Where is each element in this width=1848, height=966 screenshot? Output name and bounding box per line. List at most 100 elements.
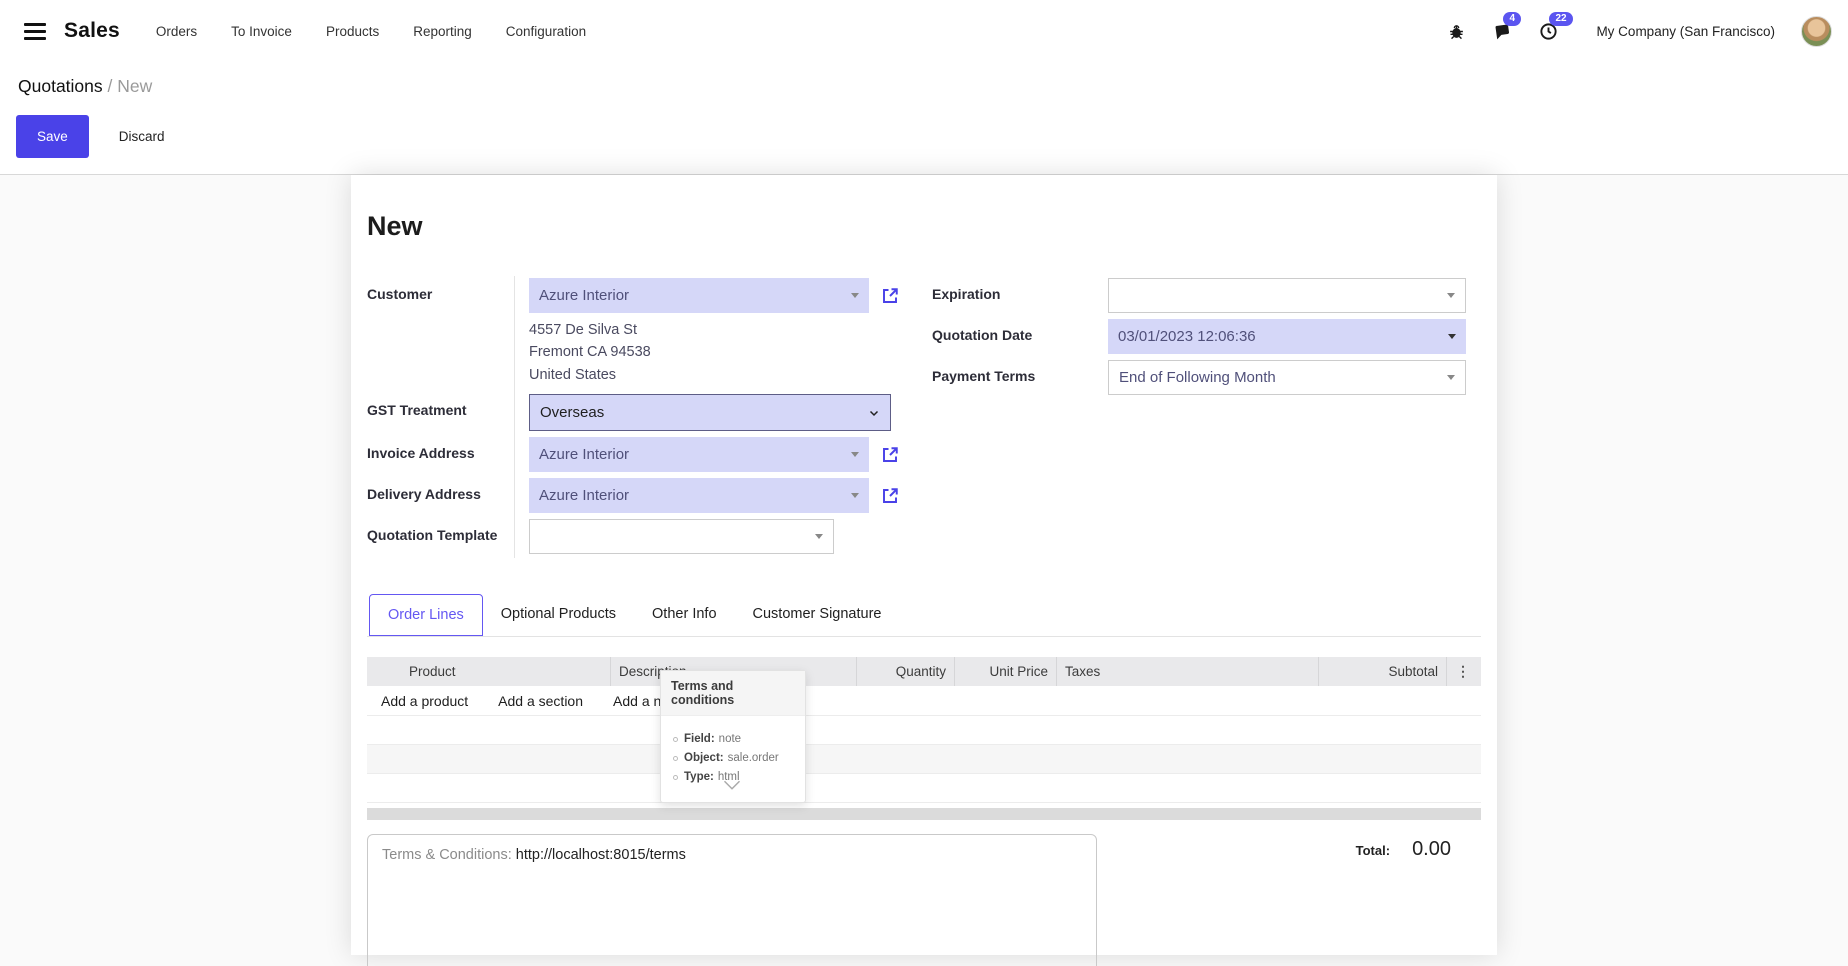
- sheet-footer: Terms & Conditions: http://localhost:801…: [367, 834, 1481, 966]
- form-left-group: Customer Azure Interior 4557 De Silva St: [367, 276, 922, 558]
- customer-address: 4557 De Silva St Fremont CA 94538 United…: [529, 313, 922, 388]
- debug-bug-icon[interactable]: [1444, 19, 1468, 43]
- quotation-date-caret-icon[interactable]: [1448, 334, 1456, 339]
- quotation-template-label: Quotation Template: [367, 517, 515, 558]
- breadcrumb: Quotations / New: [18, 76, 1832, 97]
- terms-value: http://localhost:8015/terms: [516, 847, 686, 863]
- gst-treatment-select[interactable]: Overseas: [529, 394, 891, 431]
- horizontal-scrollbar[interactable]: [367, 808, 1481, 820]
- empty-row: [367, 774, 1481, 803]
- add-a-section-link[interactable]: Add a section: [498, 693, 583, 709]
- payment-terms-value: End of Following Month: [1119, 369, 1276, 386]
- user-avatar[interactable]: [1801, 16, 1832, 47]
- quotation-template-input[interactable]: [529, 519, 834, 554]
- terms-and-conditions-field[interactable]: Terms & Conditions: http://localhost:801…: [367, 834, 1097, 966]
- tooltip-chevron-down-icon: [723, 778, 741, 796]
- column-taxes[interactable]: Taxes: [1057, 657, 1319, 686]
- customer-dropdown-caret-icon[interactable]: [851, 293, 859, 298]
- expiration-caret-icon[interactable]: [1447, 293, 1455, 298]
- quotation-form-sheet: New Customer Azure Interior: [351, 175, 1497, 955]
- invoice-address-external-link-icon[interactable]: [881, 446, 899, 464]
- gst-select-chevron-icon[interactable]: [868, 407, 880, 419]
- column-quantity[interactable]: Quantity: [857, 657, 955, 686]
- tab-order-lines[interactable]: Order Lines: [369, 594, 483, 636]
- empty-row: [367, 716, 1481, 745]
- tab-customer-signature[interactable]: Customer Signature: [735, 594, 900, 636]
- delivery-address-value: Azure Interior: [539, 487, 629, 504]
- breadcrumb-quotations[interactable]: Quotations: [18, 76, 103, 96]
- top-navbar: Sales Orders To Invoice Products Reporti…: [0, 0, 1848, 62]
- payment-terms-input[interactable]: End of Following Month: [1108, 360, 1466, 395]
- breadcrumb-separator: /: [108, 76, 113, 96]
- bullet-icon: [673, 775, 678, 780]
- form-right-group: Expiration Quotation Date 03/01/2023 12:…: [932, 276, 1481, 558]
- delivery-address-label: Delivery Address: [367, 476, 515, 517]
- totals-block: Total: 0.00: [1356, 838, 1451, 861]
- gst-treatment-value: Overseas: [540, 404, 604, 421]
- customer-label: Customer: [367, 276, 515, 392]
- gst-treatment-label: GST Treatment: [367, 392, 515, 435]
- expiration-label: Expiration: [932, 276, 1094, 317]
- payment-terms-caret-icon[interactable]: [1447, 375, 1455, 380]
- record-title: New: [367, 211, 1481, 242]
- table-action-row: Add a product Add a section Add a note: [367, 686, 1481, 716]
- customer-input[interactable]: Azure Interior: [529, 278, 869, 313]
- delivery-address-external-link-icon[interactable]: [881, 487, 899, 505]
- tab-other-info[interactable]: Other Info: [634, 594, 734, 636]
- apps-menu-icon[interactable]: [24, 23, 46, 40]
- quotation-date-input[interactable]: 03/01/2023 12:06:36: [1108, 319, 1466, 354]
- delivery-address-caret-icon[interactable]: [851, 493, 859, 498]
- address-street: 4557 De Silva St: [529, 319, 922, 341]
- control-panel: Quotations / New Save Discard: [0, 62, 1848, 175]
- delivery-address-input[interactable]: Azure Interior: [529, 478, 869, 513]
- bullet-icon: [673, 737, 678, 742]
- column-subtotal[interactable]: Subtotal: [1319, 657, 1447, 686]
- tab-optional-products[interactable]: Optional Products: [483, 594, 634, 636]
- empty-row: [367, 745, 1481, 774]
- menu-reporting[interactable]: Reporting: [413, 24, 472, 39]
- add-a-product-link[interactable]: Add a product: [381, 693, 468, 709]
- main-menu: Orders To Invoice Products Reporting Con…: [156, 24, 586, 39]
- tooltip-object-item: Object:sale.order: [673, 752, 795, 764]
- notebook-tabs: Order Lines Optional Products Other Info…: [367, 594, 1481, 637]
- total-label: Total:: [1356, 843, 1390, 858]
- invoice-address-caret-icon[interactable]: [851, 452, 859, 457]
- discard-button[interactable]: Discard: [119, 129, 165, 144]
- handle-column-header: [367, 657, 401, 686]
- optional-columns-kebab-icon[interactable]: ⋮: [1447, 657, 1479, 686]
- menu-to-invoice[interactable]: To Invoice: [231, 24, 292, 39]
- main-content: New Customer Azure Interior: [0, 175, 1848, 955]
- app-title[interactable]: Sales: [64, 19, 120, 43]
- tooltip-title: Terms and conditions: [661, 671, 805, 716]
- order-lines-table: Product Description Quantity Unit Price …: [367, 657, 1481, 820]
- expiration-input[interactable]: [1108, 278, 1466, 313]
- invoice-address-value: Azure Interior: [539, 446, 629, 463]
- invoice-address-input[interactable]: Azure Interior: [529, 437, 869, 472]
- quotation-date-label: Quotation Date: [932, 317, 1094, 358]
- menu-orders[interactable]: Orders: [156, 24, 197, 39]
- column-unit-price[interactable]: Unit Price: [955, 657, 1057, 686]
- customer-external-link-icon[interactable]: [881, 287, 899, 305]
- customer-value: Azure Interior: [539, 287, 629, 304]
- save-button[interactable]: Save: [16, 115, 89, 158]
- quotation-template-caret-icon[interactable]: [815, 534, 823, 539]
- company-switcher[interactable]: My Company (San Francisco): [1596, 24, 1775, 39]
- address-country: United States: [529, 364, 922, 386]
- breadcrumb-current: New: [117, 76, 152, 96]
- tooltip-field-item: Field:note: [673, 733, 795, 745]
- activities-clock-icon[interactable]: 22: [1536, 19, 1560, 43]
- bullet-icon: [673, 756, 678, 761]
- payment-terms-label: Payment Terms: [932, 358, 1094, 399]
- total-value: 0.00: [1412, 838, 1451, 861]
- activities-badge: 22: [1549, 12, 1572, 26]
- menu-configuration[interactable]: Configuration: [506, 24, 586, 39]
- messages-icon[interactable]: 4: [1490, 19, 1514, 43]
- invoice-address-label: Invoice Address: [367, 435, 515, 476]
- address-city: Fremont CA 94538: [529, 341, 922, 363]
- menu-products[interactable]: Products: [326, 24, 379, 39]
- quotation-date-value: 03/01/2023 12:06:36: [1118, 328, 1256, 345]
- column-product[interactable]: Product: [401, 657, 611, 686]
- terms-placeholder: Terms & Conditions:: [382, 847, 512, 863]
- order-lines-header: Product Description Quantity Unit Price …: [367, 657, 1481, 686]
- messages-badge: 4: [1503, 12, 1521, 26]
